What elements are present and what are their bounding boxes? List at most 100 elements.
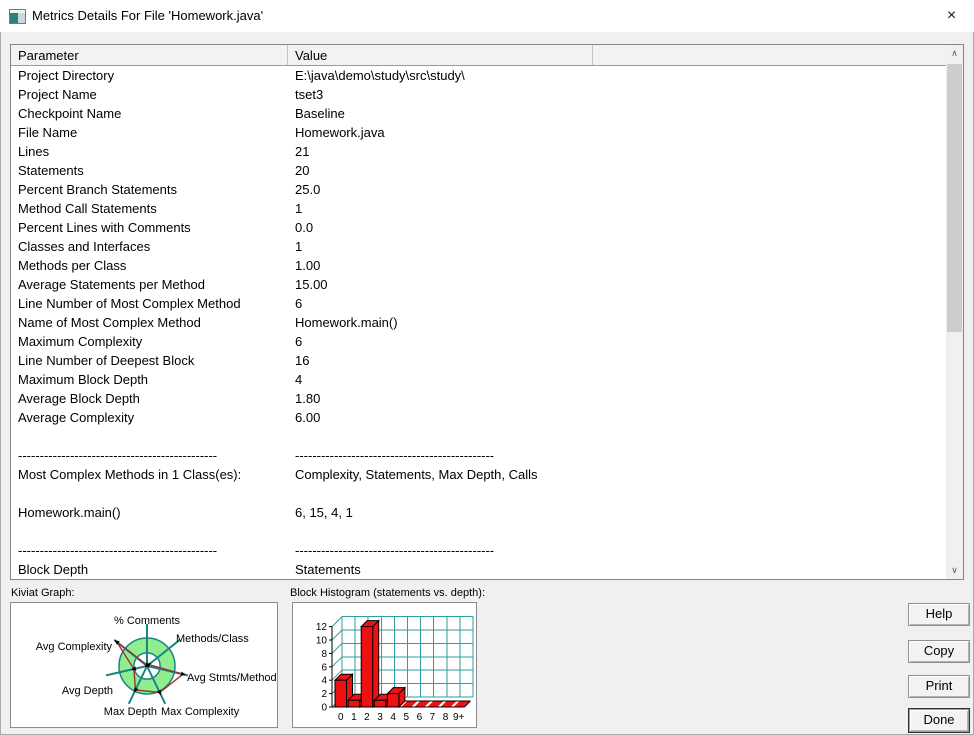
value-cell: Complexity, Statements, Max Depth, Calls: [295, 467, 538, 482]
table-row[interactable]: Project Directory E:\java\demo\study\src\…: [11, 66, 946, 85]
table-header: Parameter Value: [11, 45, 946, 66]
table-row[interactable]: Average Block Depth 1.80: [11, 389, 946, 408]
svg-text:3: 3: [377, 712, 383, 723]
table-row[interactable]: Homework.main() 6, 15, 4, 1: [11, 503, 946, 522]
param-cell: ----------------------------------------…: [18, 543, 218, 558]
value-cell: 1.80: [295, 391, 321, 406]
window-title: Metrics Details For File 'Homework.java': [32, 8, 264, 23]
table-row[interactable]: Checkpoint Name Baseline: [11, 104, 946, 123]
table-row[interactable]: Line Number of Deepest Block 16: [11, 351, 946, 370]
svg-text:9+: 9+: [453, 712, 465, 723]
param-cell: Maximum Complexity: [18, 334, 143, 349]
scroll-up-icon[interactable]: ∧: [946, 45, 963, 62]
value-cell: Homework.java: [295, 125, 385, 140]
kiviat-graph-box: % Comments Methods/Class Avg Stmts/Method M…: [10, 602, 278, 728]
table-row[interactable]: [11, 427, 946, 446]
value-cell: 16: [295, 353, 310, 368]
block-histogram-box: 0 2 4 6 8 10 12 0 1 2 3 4 5 6 7 8 9+: [292, 602, 477, 728]
close-button[interactable]: ×: [929, 0, 974, 31]
param-cell: [11, 427, 288, 446]
param-cell: Average Statements per Method: [18, 277, 205, 292]
table-row[interactable]: Project Name tset3: [11, 85, 946, 104]
svg-text:4: 4: [390, 712, 396, 723]
value-cell: 1: [295, 201, 303, 216]
svg-text:1: 1: [351, 712, 357, 723]
header-extra[interactable]: [593, 45, 946, 65]
metrics-app-icon: [9, 9, 26, 24]
value-cell: 21: [295, 144, 310, 159]
svg-text:5: 5: [403, 712, 409, 723]
table-row[interactable]: Average Complexity 6.00: [11, 408, 946, 427]
svg-text:8: 8: [321, 649, 327, 660]
svg-text:Avg Stmts/Method: Avg Stmts/Method: [187, 672, 277, 684]
table-row[interactable]: ----------------------------------------…: [11, 541, 946, 560]
done-button[interactable]: Done: [908, 708, 970, 733]
table-row[interactable]: Classes and Interfaces 1: [11, 237, 946, 256]
svg-text:8: 8: [443, 712, 449, 723]
metrics-table: Parameter Value Project Directory E:\java…: [10, 44, 964, 580]
table-row[interactable]: Statements 20: [11, 161, 946, 180]
value-cell: 0.0: [295, 220, 314, 235]
copy-button[interactable]: Copy: [908, 640, 970, 663]
print-button[interactable]: Print: [908, 675, 970, 698]
table-row[interactable]: [11, 484, 946, 503]
table-row[interactable]: Percent Lines with Comments 0.0: [11, 218, 946, 237]
svg-text:4: 4: [321, 676, 327, 687]
svg-text:% Comments: % Comments: [114, 615, 181, 627]
table-row[interactable]: ----------------------------------------…: [11, 446, 946, 465]
param-cell: Project Name: [18, 87, 97, 102]
svg-text:6: 6: [321, 662, 327, 673]
svg-text:Methods/Class: Methods/Class: [176, 633, 249, 645]
table-row[interactable]: Average Statements per Method 15.00: [11, 275, 946, 294]
value-cell: E:\java\demo\study\src\study\: [295, 68, 465, 83]
svg-text:2: 2: [364, 712, 370, 723]
scrollbar-thumb[interactable]: [947, 64, 962, 332]
param-cell: [11, 484, 288, 503]
table-row[interactable]: [11, 522, 946, 541]
scroll-down-icon[interactable]: ∨: [946, 562, 963, 579]
svg-text:Avg Complexity: Avg Complexity: [36, 641, 113, 653]
value-cell: 6.00: [295, 410, 321, 425]
table-row[interactable]: Most Complex Methods in 1 Class(es): Comp…: [11, 465, 946, 484]
value-cell: ----------------------------------------…: [295, 543, 495, 558]
table-row[interactable]: Maximum Complexity 6: [11, 332, 946, 351]
svg-text:6: 6: [417, 712, 423, 723]
table-row[interactable]: Block Depth Statements: [11, 560, 946, 578]
table-rows: Project Directory E:\java\demo\study\src\…: [11, 66, 946, 578]
table-row[interactable]: Maximum Block Depth 4: [11, 370, 946, 389]
param-cell: [11, 522, 288, 541]
value-cell: Statements: [295, 562, 361, 577]
svg-text:0: 0: [338, 712, 344, 723]
value-cell: 6, 15, 4, 1: [295, 505, 353, 520]
table-row[interactable]: Percent Branch Statements 25.0: [11, 180, 946, 199]
value-cell: ----------------------------------------…: [295, 448, 495, 463]
value-cell: tset3: [295, 87, 324, 102]
table-row[interactable]: Line Number of Most Complex Method 6: [11, 294, 946, 313]
param-cell: Project Directory: [18, 68, 115, 83]
table-row[interactable]: Methods per Class 1.00: [11, 256, 946, 275]
param-cell: Method Call Statements: [18, 201, 157, 216]
value-cell: 15.00: [295, 277, 328, 292]
param-cell: Statements: [18, 163, 84, 178]
param-cell: Lines: [18, 144, 50, 159]
table-row[interactable]: File Name Homework.java: [11, 123, 946, 142]
value-cell: 25.0: [295, 182, 321, 197]
value-cell: 6: [295, 334, 303, 349]
svg-text:12: 12: [316, 622, 328, 633]
param-cell: Percent Branch Statements: [18, 182, 177, 197]
value-cell: [288, 427, 946, 446]
table-row[interactable]: Name of Most Complex Method Homework.main…: [11, 313, 946, 332]
vertical-scrollbar[interactable]: ∧ ∨: [946, 45, 963, 579]
header-value[interactable]: Value: [288, 45, 593, 65]
value-cell: Baseline: [295, 106, 345, 121]
header-parameter[interactable]: Parameter: [11, 45, 288, 65]
kiviat-chart: % Comments Methods/Class Avg Stmts/Method M…: [36, 615, 277, 718]
help-button[interactable]: Help: [908, 603, 970, 626]
svg-text:2: 2: [321, 689, 327, 700]
block-histogram-label: Block Histogram (statements vs. depth):: [290, 587, 486, 599]
value-cell: 20: [295, 163, 310, 178]
value-cell: 6: [295, 296, 303, 311]
kiviat-graph-label: Kiviat Graph:: [11, 587, 75, 599]
table-row[interactable]: Method Call Statements 1: [11, 199, 946, 218]
table-row[interactable]: Lines 21: [11, 142, 946, 161]
